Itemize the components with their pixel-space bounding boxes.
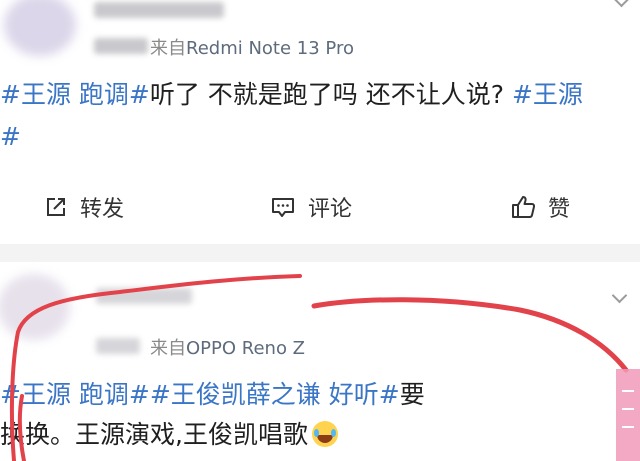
pink-side-box [616, 369, 640, 461]
hashtag-wangyuan-off-key[interactable]: #王源 跑调# [0, 80, 150, 109]
post-text: #王源 跑调#听了 不就是跑了吗 还不让人说? #王源 [0, 76, 583, 114]
pink-divider [622, 390, 634, 392]
pink-divider [622, 408, 634, 410]
post-card-2: 来自OPPO Reno Z #王源 跑调##王俊凯薛之谦 好听#要 换换。王源演… [0, 262, 640, 461]
post-card-1: 来自Redmi Note 13 Pro #王源 跑调#听了 不就是跑了吗 还不让… [0, 0, 640, 244]
post-text-content-2: 换换。王源演戏,王俊凯唱歌 [0, 420, 308, 449]
like-button[interactable]: 赞 [510, 191, 570, 223]
avatar[interactable] [4, 0, 76, 56]
time-redacted [96, 338, 140, 354]
more-menu-icon[interactable] [614, 0, 628, 8]
hashtag-wangyuan[interactable]: #王源 [512, 80, 583, 109]
repost-label: 转发 [80, 197, 125, 222]
time-redacted [94, 38, 148, 54]
post-text-line2: # [0, 118, 21, 156]
device-name: Redmi Note 13 Pro [186, 38, 354, 59]
post-text-line2: 换换。王源演戏,王俊凯唱歌 [0, 416, 338, 454]
comment-icon [270, 195, 296, 219]
hashtag-wangjunkai-xuezhiqian[interactable]: #王俊凯薛之谦 好听# [150, 380, 400, 409]
post-source: 来自Redmi Note 13 Pro [150, 34, 354, 60]
username-redacted[interactable] [94, 2, 224, 18]
post-text: #王源 跑调##王俊凯薛之谦 好听#要 [0, 376, 444, 414]
source-prefix: 来自 [150, 38, 186, 59]
pink-divider [622, 426, 634, 428]
comment-label: 评论 [308, 197, 353, 222]
hashtag-wangyuan-off-key[interactable]: #王源 跑调# [0, 380, 150, 409]
device-name: OPPO Reno Z [186, 338, 306, 359]
source-prefix: 来自 [150, 338, 186, 359]
hashtag-end[interactable]: # [0, 122, 21, 151]
username-redacted[interactable] [96, 288, 192, 304]
more-menu-icon[interactable] [612, 290, 626, 304]
thumbs-up-icon [510, 194, 536, 220]
like-label: 赞 [548, 197, 571, 222]
post-source: 来自OPPO Reno Z [150, 334, 305, 360]
avatar[interactable] [0, 274, 70, 340]
comment-button[interactable]: 评论 [270, 191, 352, 223]
share-icon [44, 195, 68, 219]
laughing-tears-emoji [311, 421, 338, 447]
post-text-content: 要 [399, 380, 425, 409]
post-text-content: 听了 不就是跑了吗 还不让人说? [149, 80, 512, 109]
repost-button[interactable]: 转发 [44, 191, 124, 223]
